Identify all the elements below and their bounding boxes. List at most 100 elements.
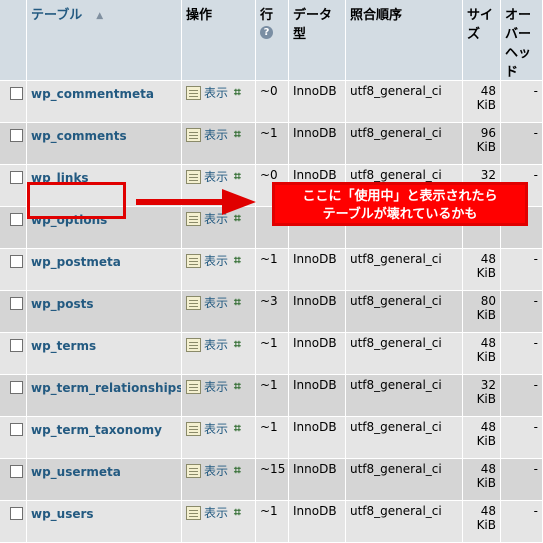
table-name-link[interactable]: wp_usermeta xyxy=(31,465,121,479)
collation-cell: utf8_general_ci xyxy=(346,249,463,291)
table-name-link[interactable]: wp_comments xyxy=(31,129,127,143)
table-row: wp_terms 表示 ⌗ ~1 InnoDB utf8_general_ci 48 KiB - xyxy=(0,333,543,375)
size-unit: KiB xyxy=(476,350,496,364)
annotation-arrow xyxy=(136,199,224,205)
row-checkbox[interactable] xyxy=(10,87,23,100)
browse-link[interactable]: 表示 xyxy=(204,464,228,478)
browse-icon[interactable] xyxy=(186,379,201,394)
browse-link[interactable]: 表示 xyxy=(204,338,228,352)
row-checkbox[interactable] xyxy=(10,213,23,226)
browse-icon[interactable] xyxy=(186,337,201,352)
action-cell: 表示 ⌗ xyxy=(182,249,256,291)
tables-list: テーブル ▲ 操作 行 ? データ型 照合順序 サイズ オーバーヘッド wp_co… xyxy=(0,0,543,543)
collation-cell: utf8_general_ci xyxy=(346,417,463,459)
table-name-link[interactable]: wp_users xyxy=(31,507,94,521)
table-name-link[interactable]: wp_term_taxonomy xyxy=(31,423,162,437)
structure-icon[interactable]: ⌗ xyxy=(234,85,241,100)
row-checkbox[interactable] xyxy=(10,297,23,310)
size-header[interactable]: サイズ xyxy=(463,0,501,81)
size-value: 32 xyxy=(480,168,496,182)
browse-icon[interactable] xyxy=(186,211,201,226)
type-cell: InnoDB xyxy=(289,459,346,501)
annotation-callout: ここに「使用中」と表示されたら テーブルが壊れているかも xyxy=(272,182,528,226)
browse-icon[interactable] xyxy=(186,463,201,478)
rows-header-label[interactable]: 行 xyxy=(260,4,284,23)
table-name-link[interactable]: wp_term_relationships xyxy=(31,381,181,395)
size-value: 80 xyxy=(480,294,496,308)
row-checkbox[interactable] xyxy=(10,507,23,520)
browse-icon[interactable] xyxy=(186,85,201,100)
collation-header[interactable]: 照合順序 xyxy=(346,0,463,81)
overhead-cell: - xyxy=(501,291,543,333)
browse-icon[interactable] xyxy=(186,505,201,520)
structure-icon[interactable]: ⌗ xyxy=(234,463,241,478)
size-unit: KiB xyxy=(476,308,496,322)
type-cell: InnoDB xyxy=(289,81,346,123)
structure-icon[interactable]: ⌗ xyxy=(234,169,241,184)
structure-icon[interactable]: ⌗ xyxy=(234,253,241,268)
structure-icon[interactable]: ⌗ xyxy=(234,295,241,310)
browse-icon[interactable] xyxy=(186,127,201,142)
browse-link[interactable]: 表示 xyxy=(204,86,228,100)
row-checkbox[interactable] xyxy=(10,339,23,352)
row-checkbox-cell xyxy=(0,375,27,417)
row-checkbox[interactable] xyxy=(10,381,23,394)
browse-link[interactable]: 表示 xyxy=(204,380,228,394)
size-value: 48 xyxy=(480,420,496,434)
rows-header[interactable]: 行 ? xyxy=(256,0,289,81)
help-icon[interactable]: ? xyxy=(260,26,273,39)
browse-icon[interactable] xyxy=(186,295,201,310)
browse-link[interactable]: 表示 xyxy=(204,254,228,268)
row-checkbox-cell xyxy=(0,501,27,543)
browse-link[interactable]: 表示 xyxy=(204,170,228,184)
annotation-line-2: テーブルが壊れているかも xyxy=(322,207,478,222)
structure-icon[interactable]: ⌗ xyxy=(234,505,241,520)
table-name-link[interactable]: wp_commentmeta xyxy=(31,87,154,101)
rows-cell: ~0 xyxy=(256,81,289,123)
browse-icon[interactable] xyxy=(186,169,201,184)
collation-cell: utf8_general_ci xyxy=(346,333,463,375)
type-cell: InnoDB xyxy=(289,291,346,333)
table-name-cell: wp_term_relationships xyxy=(27,375,182,417)
structure-icon[interactable]: ⌗ xyxy=(234,379,241,394)
table-name-link[interactable]: wp_postmeta xyxy=(31,255,121,269)
table-name-header[interactable]: テーブル ▲ xyxy=(27,0,182,81)
size-cell: 48 KiB xyxy=(463,249,501,291)
type-cell: InnoDB xyxy=(289,417,346,459)
row-checkbox[interactable] xyxy=(10,129,23,142)
row-checkbox-cell xyxy=(0,459,27,501)
structure-icon[interactable]: ⌗ xyxy=(234,127,241,142)
row-checkbox[interactable] xyxy=(10,423,23,436)
action-cell: 表示 ⌗ xyxy=(182,501,256,543)
collation-cell: utf8_general_ci xyxy=(346,459,463,501)
rows-cell: ~3 xyxy=(256,291,289,333)
sort-ascending-icon[interactable]: ▲ xyxy=(96,11,103,21)
table-name-header-label[interactable]: テーブル xyxy=(31,8,82,23)
type-header[interactable]: データ型 xyxy=(289,0,346,81)
row-checkbox-cell xyxy=(0,333,27,375)
browse-icon[interactable] xyxy=(186,253,201,268)
table-name-link[interactable]: wp_posts xyxy=(31,297,94,311)
row-checkbox[interactable] xyxy=(10,465,23,478)
collation-cell: utf8_general_ci xyxy=(346,501,463,543)
table-name-cell: wp_users xyxy=(27,501,182,543)
table-name-cell: wp_postmeta xyxy=(27,249,182,291)
structure-icon[interactable]: ⌗ xyxy=(234,421,241,436)
size-value: 32 xyxy=(480,378,496,392)
collation-cell: utf8_general_ci xyxy=(346,123,463,165)
browse-link[interactable]: 表示 xyxy=(204,296,228,310)
row-checkbox[interactable] xyxy=(10,171,23,184)
size-cell: 48 KiB xyxy=(463,501,501,543)
browse-link[interactable]: 表示 xyxy=(204,422,228,436)
browse-link[interactable]: 表示 xyxy=(204,128,228,142)
size-value: 48 xyxy=(480,84,496,98)
size-unit: KiB xyxy=(476,98,496,112)
browse-icon[interactable] xyxy=(186,421,201,436)
overhead-cell: - xyxy=(501,333,543,375)
structure-icon[interactable]: ⌗ xyxy=(234,337,241,352)
type-cell: InnoDB xyxy=(289,123,346,165)
browse-link[interactable]: 表示 xyxy=(204,506,228,520)
overhead-header[interactable]: オーバーヘッド xyxy=(501,0,543,81)
table-name-link[interactable]: wp_terms xyxy=(31,339,96,353)
row-checkbox[interactable] xyxy=(10,255,23,268)
